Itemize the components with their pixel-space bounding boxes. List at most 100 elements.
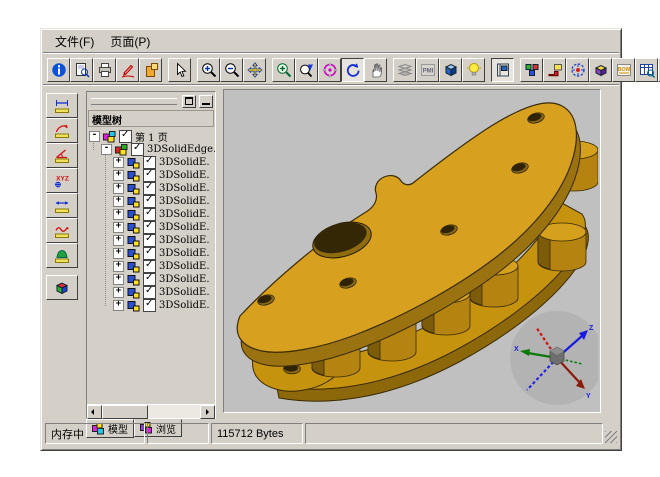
dimension-angle-icon xyxy=(54,148,70,164)
collapse-icon[interactable] xyxy=(89,131,100,142)
main-toolbar: PMI BOM xyxy=(41,54,621,84)
expand-icon[interactable] xyxy=(113,222,124,233)
notebook-button[interactable] xyxy=(491,58,514,82)
visibility-checkbox[interactable] xyxy=(131,143,144,156)
app-window: 文件(F) 页面(P) PMI xyxy=(40,28,622,451)
expand-icon[interactable] xyxy=(113,183,124,194)
tree-label: 3DSolidE. xyxy=(159,235,210,246)
zoom-previous-button[interactable] xyxy=(295,58,318,82)
print-button[interactable] xyxy=(93,58,116,82)
expand-icon[interactable] xyxy=(113,300,124,311)
tree-row-part[interactable]: 3DSolidE. xyxy=(87,299,215,312)
part-cube-icon xyxy=(127,235,141,247)
part-cube-icon xyxy=(127,209,141,221)
panel-title: 模型树 xyxy=(88,110,214,127)
report-table-icon xyxy=(639,62,655,78)
measure-curve-icon xyxy=(54,223,70,239)
expand-icon[interactable] xyxy=(113,196,124,207)
part-cube-icon xyxy=(127,274,141,286)
pmi-button[interactable]: PMI xyxy=(416,58,439,82)
expand-icon[interactable] xyxy=(113,157,124,168)
spin-button[interactable] xyxy=(341,58,364,82)
explode-button[interactable] xyxy=(566,58,589,82)
about-button[interactable] xyxy=(47,58,70,82)
expand-icon[interactable] xyxy=(113,274,124,285)
tree-label: 3DSolidE. xyxy=(159,222,210,233)
measure-area-icon xyxy=(54,248,70,264)
expand-icon[interactable] xyxy=(113,235,124,246)
pan-axes-button[interactable] xyxy=(243,58,266,82)
expand-icon[interactable] xyxy=(113,261,124,272)
markup-button[interactable] xyxy=(116,58,139,82)
visibility-checkbox[interactable] xyxy=(143,299,156,312)
rotate-target-icon xyxy=(322,62,338,78)
collapse-icon[interactable] xyxy=(101,144,112,155)
part-cube-icon xyxy=(127,261,141,273)
part-cube-icon xyxy=(127,196,141,208)
tree-horizontal-scrollbar[interactable] xyxy=(87,404,215,418)
measure-toolbar: XYZ xyxy=(46,93,78,300)
view-cube-icon xyxy=(443,62,459,78)
move-part-button[interactable] xyxy=(543,58,566,82)
tree-label: 3DSolidE. xyxy=(159,274,210,285)
panel-float-button[interactable] xyxy=(182,95,196,108)
select-button[interactable] xyxy=(168,58,191,82)
zoom-window-button[interactable] xyxy=(272,58,295,82)
scroll-right-arrow-icon[interactable] xyxy=(200,405,215,419)
pan-hand-button[interactable] xyxy=(364,58,387,82)
bom-button[interactable]: BOM xyxy=(612,58,635,82)
light-button[interactable] xyxy=(462,58,485,82)
scroll-left-arrow-icon[interactable] xyxy=(87,405,102,419)
panel-hide-button[interactable] xyxy=(199,95,213,108)
tree-label: 3DSolidE. xyxy=(159,157,210,168)
measure-area-button[interactable] xyxy=(46,243,78,268)
expand-icon[interactable] xyxy=(113,287,124,298)
model-tree-box: 模型树 第 1 页 3DSolidEdge. xyxy=(86,91,216,419)
part-cube-icon xyxy=(127,300,141,312)
measure-3d-button[interactable] xyxy=(46,275,78,300)
expand-icon[interactable] xyxy=(113,248,124,259)
expand-icon[interactable] xyxy=(113,170,124,181)
coordinate-xyz-icon: XYZ xyxy=(54,173,70,189)
explode-icon xyxy=(570,62,586,78)
orientation-trackball[interactable]: X Y Z xyxy=(510,311,598,405)
tree-label: 3DSolidE. xyxy=(159,183,210,194)
panel-gripper[interactable] xyxy=(91,98,177,105)
zoom-in-button[interactable] xyxy=(197,58,220,82)
select-cursor-icon xyxy=(172,62,188,78)
layers-button[interactable] xyxy=(393,58,416,82)
viewport-3d[interactable]: X Y Z xyxy=(223,89,601,413)
visibility-checkbox[interactable] xyxy=(119,130,132,143)
part-cube-icon xyxy=(127,222,141,234)
stamp-icon xyxy=(143,62,159,78)
view-cube-button[interactable] xyxy=(439,58,462,82)
cad-model-canvas: X Y Z xyxy=(224,90,598,410)
zoom-out-button[interactable] xyxy=(220,58,243,82)
scrollbar-track[interactable] xyxy=(148,405,200,418)
section-button[interactable] xyxy=(589,58,612,82)
coordinate-xyz-button[interactable]: XYZ xyxy=(46,168,78,193)
assembly-button[interactable] xyxy=(520,58,543,82)
dimension-horizontal-button[interactable] xyxy=(46,93,78,118)
rotate-target-button[interactable] xyxy=(318,58,341,82)
scrollbar-thumb[interactable] xyxy=(102,405,148,419)
expand-icon[interactable] xyxy=(113,209,124,220)
resize-grip[interactable] xyxy=(605,431,617,443)
menu-file[interactable]: 文件(F) xyxy=(47,31,102,52)
dimension-angle-button[interactable] xyxy=(46,143,78,168)
dimension-radius-button[interactable] xyxy=(46,118,78,143)
dimension-horizontal-icon xyxy=(54,98,70,114)
dimension-distance-button[interactable] xyxy=(46,193,78,218)
report-button[interactable] xyxy=(635,58,658,82)
menu-bar: 文件(F) 页面(P) xyxy=(41,29,621,52)
stamp-button[interactable] xyxy=(139,58,162,82)
layers-icon xyxy=(397,62,413,78)
menu-page[interactable]: 页面(P) xyxy=(102,31,158,52)
tree-row-page[interactable]: 第 1 页 xyxy=(87,130,215,143)
part-cube-icon xyxy=(127,183,141,195)
preview-button[interactable] xyxy=(70,58,93,82)
model-tree[interactable]: 第 1 页 3DSolidEdge. 3DSolidE. 3DSolidE. 3… xyxy=(87,127,215,404)
measure-curve-button[interactable] xyxy=(46,218,78,243)
panel-header xyxy=(87,92,215,108)
bom-icon: BOM xyxy=(616,62,632,78)
